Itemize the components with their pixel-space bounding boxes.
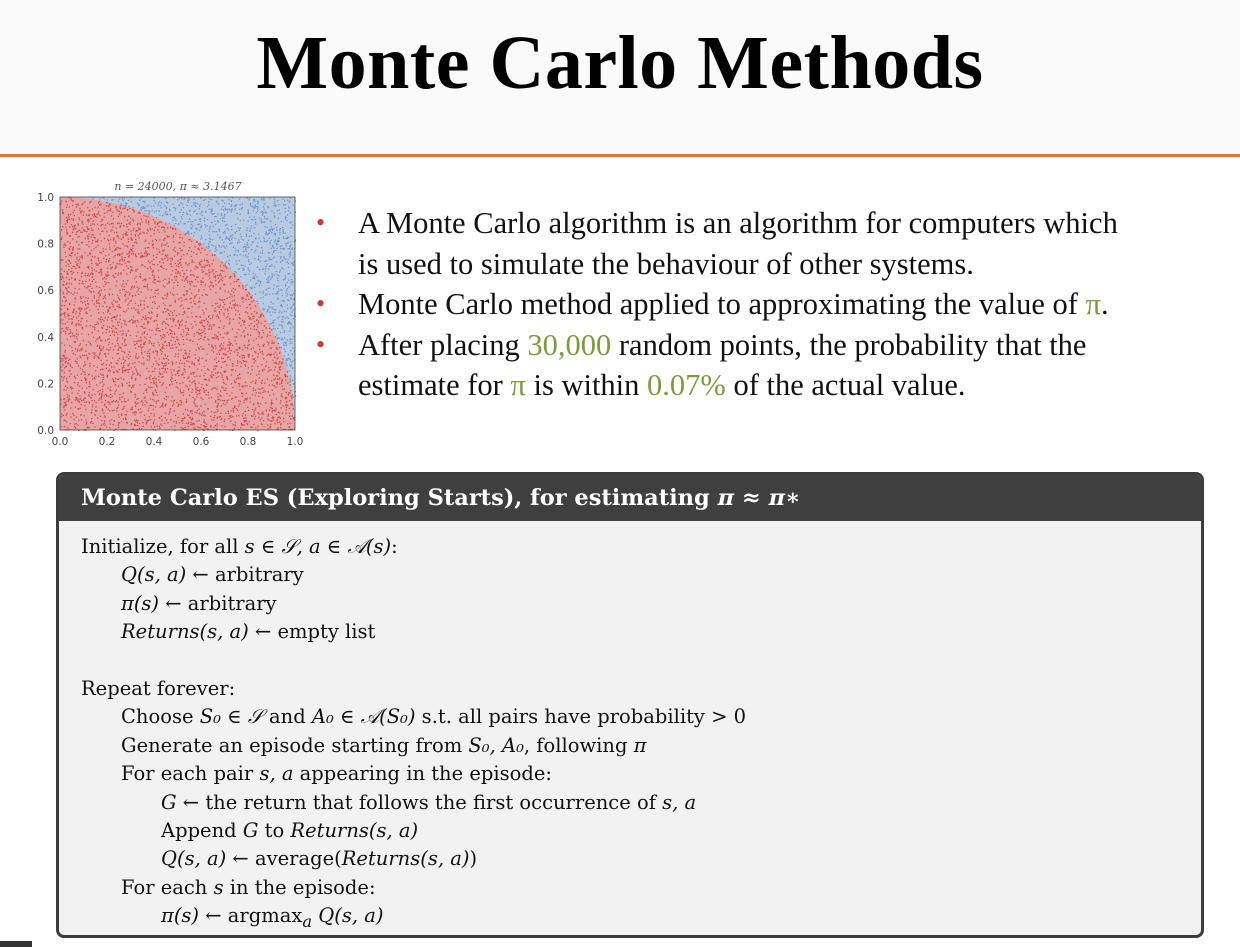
choose-math-a: A₀ ∈ 𝒜(S₀) <box>311 705 416 729</box>
append-g: G <box>242 818 259 842</box>
x-tick-label: 1.0 <box>287 436 304 448</box>
title-divider <box>0 154 1240 157</box>
bullet-3-text-d: is within <box>525 368 648 402</box>
bullet-item-3: • After placing 30,000 random points, th… <box>312 325 1217 406</box>
pi-update-math: π(s) <box>161 904 200 928</box>
x-tick-label: 0.2 <box>99 436 116 448</box>
scatter-plot-svg: n = 24000, π ≈ 3.1467 0.0 0.2 0.4 0.6 0.8 1.0… <box>37 180 304 448</box>
generate-following: , following <box>523 733 634 757</box>
g-line: G ← the return that follows the first oc… <box>81 789 1191 817</box>
accuracy-percent: 0.07% <box>647 368 726 402</box>
foreach-pair-math: s, a <box>259 762 294 786</box>
init-math: s ∈ 𝒮, a ∈ 𝒜(s) <box>244 535 392 558</box>
bullet-3-text-c: estimate for <box>358 368 511 402</box>
foreach-s-math: s <box>213 875 224 899</box>
foreach-pair-text: For each pair <box>121 762 260 786</box>
g-text: ← the return that follows the first occu… <box>176 790 663 814</box>
q-update-math: Q(s, a) <box>161 847 227 871</box>
algorithm-header: Monte Carlo ES (Exploring Starts), for e… <box>59 475 1201 521</box>
returns-init-line: Returns(s, a) ← empty list <box>81 618 1191 646</box>
corner-mark <box>0 941 32 947</box>
q-update-line: Q(s, a) ← average(Returns(s, a)) <box>81 845 1191 873</box>
algorithm-body: Initialize, for all s ∈ 𝒮, a ∈ 𝒜(s): Q(s… <box>81 533 1191 931</box>
bullet-3-text-a: After placing <box>358 327 528 362</box>
foreach-pair-suffix: appearing in the episode: <box>293 762 552 786</box>
append-returns: Returns(s, a) <box>290 818 419 842</box>
bullet-item-1: • A Monte Carlo algorithm is an algorith… <box>312 203 1217 284</box>
pi-symbol: π <box>510 368 526 402</box>
choose-condition: s.t. all pairs have probability > 0 <box>415 705 747 729</box>
q-init-line: Q(s, a) ← arbitrary <box>81 561 1191 589</box>
points-count: 30,000 <box>527 327 612 362</box>
repeat-line: Repeat forever: <box>81 676 236 700</box>
y-tick-label: 0.2 <box>37 378 54 390</box>
returns-init-text: ← empty list <box>248 620 376 644</box>
q-init-text: ← arbitrary <box>186 563 304 587</box>
y-tick-label: 0.8 <box>37 239 54 251</box>
pi-symbol: π <box>1085 287 1101 321</box>
generate-line: Generate an episode starting from S₀, A₀… <box>81 732 1191 760</box>
bullet-dot: • <box>316 208 326 237</box>
generate-text: Generate an episode starting from <box>121 733 469 757</box>
x-tick-label: 0.8 <box>240 436 257 448</box>
bullet-2-text: Monte Carlo method applied to approximat… <box>358 287 1086 321</box>
algorithm-title: Monte Carlo ES (Exploring Starts), for e… <box>81 485 718 511</box>
plot-title: n = 24000, π ≈ 3.1467 <box>114 180 241 193</box>
choose-line: Choose S₀ ∈ 𝒮 and A₀ ∈ 𝒜(S₀) s.t. all pa… <box>81 703 1191 731</box>
append-line: Append G to Returns(s, a) <box>81 817 1191 845</box>
bullet-dot: • <box>316 329 326 359</box>
pi-init-text: ← arbitrary <box>159 591 277 615</box>
y-tick-label: 1.0 <box>37 192 54 204</box>
q-update-text: ← average( <box>226 847 342 871</box>
g-sa-math: s, a <box>662 790 697 814</box>
pi-init-line: π(s) ← arbitrary <box>81 590 1191 618</box>
algorithm-box: Monte Carlo ES (Exploring Starts), for e… <box>56 472 1204 938</box>
x-tick-label: 0.6 <box>193 436 210 448</box>
choose-text: Choose <box>121 705 200 729</box>
append-to: to <box>258 818 291 842</box>
q-math: Q(s, a) <box>121 563 187 587</box>
q-update-close: ) <box>469 847 478 871</box>
foreach-s-text: For each <box>121 875 214 899</box>
bullet-list: • A Monte Carlo algorithm is an algorith… <box>312 203 1217 406</box>
y-tick-label: 0.4 <box>37 332 54 344</box>
foreach-s-suffix: in the episode: <box>223 875 376 899</box>
y-axis: 0.0 0.2 0.4 0.6 0.8 1.0 <box>37 192 54 437</box>
x-tick-label: 0.4 <box>146 436 163 448</box>
pi-update-sub: a <box>302 911 313 931</box>
y-tick-label: 0.0 <box>37 425 54 437</box>
pi-update-q: Q(s, a) <box>312 904 384 928</box>
monte-carlo-scatter-plot: n = 24000, π ≈ 3.1467 0.0 0.2 0.4 0.6 0.8 1.0… <box>0 172 310 462</box>
bullet-item-2: • Monte Carlo method applied to approxim… <box>312 284 1217 325</box>
y-tick-label: 0.6 <box>37 285 54 297</box>
bullet-dot: • <box>316 289 326 318</box>
init-colon: : <box>391 535 398 558</box>
x-tick-label: 0.0 <box>52 436 69 448</box>
choose-and: and <box>262 705 312 729</box>
foreach-s-line: For each s in the episode: <box>81 874 1191 902</box>
bullet-3-text-b: random points, the probability that the <box>611 327 1087 362</box>
choose-math-s: S₀ ∈ 𝒮 <box>199 705 263 729</box>
bullet-1-line-1: A Monte Carlo algorithm is an algorithm … <box>358 206 1118 240</box>
bullet-2-period: . <box>1101 287 1109 321</box>
generate-pi: π <box>633 733 647 757</box>
algorithm-title-math: π ≈ π∗ <box>717 485 801 511</box>
generate-math: S₀, A₀ <box>468 733 524 757</box>
plot-area <box>60 197 297 432</box>
pi-update-argmax: ← argmax <box>199 904 303 928</box>
append-text: Append <box>161 818 243 842</box>
init-text: Initialize, for all <box>81 535 245 558</box>
foreach-pair-line: For each pair s, a appearing in the epis… <box>81 760 1191 788</box>
bullet-1-line-2: is used to simulate the behaviour of oth… <box>358 246 974 281</box>
slide-title: Monte Carlo Methods <box>256 21 984 105</box>
g-math: G <box>161 790 177 814</box>
init-line: Initialize, for all s ∈ 𝒮, a ∈ 𝒜(s): <box>81 533 1191 561</box>
x-axis: 0.0 0.2 0.4 0.6 0.8 1.0 <box>52 436 304 448</box>
pi-update-line: π(s) ← argmaxa Q(s, a) <box>81 902 1191 931</box>
q-update-returns: Returns(s, a) <box>341 847 470 871</box>
pi-math: π(s) <box>121 591 160 615</box>
returns-math: Returns(s, a) <box>121 620 249 644</box>
bullet-3-text-e: of the actual value. <box>725 368 966 402</box>
